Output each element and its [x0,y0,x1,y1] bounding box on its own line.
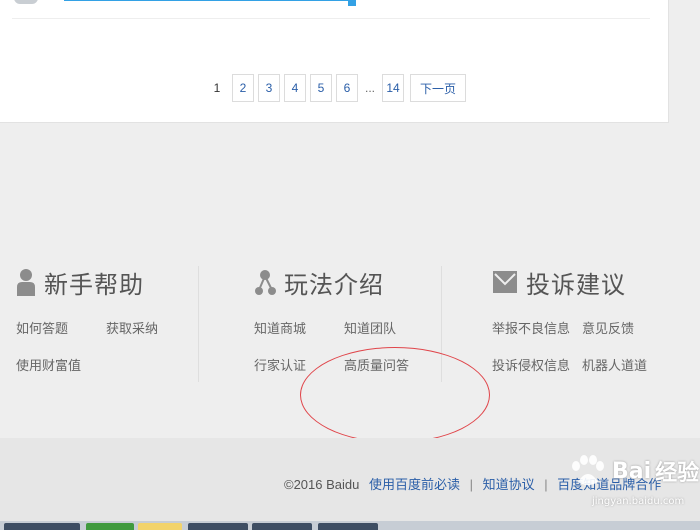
taskbar-button[interactable] [318,523,378,530]
red-annotation-circle [300,347,490,443]
watermark-url: jingyan.baidu.com [592,496,685,507]
watermark-text: 经验 [655,461,700,486]
page-link-4[interactable]: 4 [284,74,306,102]
taskbar-button[interactable] [4,523,80,530]
avatar [14,0,38,4]
page-link-3[interactable]: 3 [258,74,280,102]
separator: | [469,477,474,492]
footer-section-help: 新手帮助 如何答题 获取采纳 使用财富值 [16,262,196,374]
footer-link-team[interactable]: 知道团队 [344,318,434,337]
page-current: 1 [206,74,228,102]
taskbar-button[interactable] [86,523,134,530]
person-icon [17,269,35,296]
taskbar-button[interactable] [252,523,312,530]
footer-link-wealth[interactable]: 使用财富值 [16,355,106,374]
paw-icon [572,455,604,485]
divider [12,18,650,19]
watermark-brand: Bai [612,458,652,484]
section-title: 玩法介绍 [284,270,384,299]
taskbar-button[interactable] [188,523,248,530]
page-link-2[interactable]: 2 [232,74,254,102]
page-link-6[interactable]: 6 [336,74,358,102]
page-link-5[interactable]: 5 [310,74,332,102]
share-nodes-icon [255,270,276,295]
section-title: 投诉建议 [526,270,626,299]
page-link-last[interactable]: 14 [382,74,405,102]
footer-link-agreement[interactable]: 知道协议 [483,477,535,492]
section-title: 新手帮助 [44,270,144,299]
footer-link-report[interactable]: 举报不良信息 [492,318,582,337]
taskbar-button[interactable] [138,523,182,530]
footer-link-infringement[interactable]: 投诉侵权信息 [492,355,582,374]
footer-link-feedback[interactable]: 意见反馈 [582,318,672,337]
footer-link-robot[interactable]: 机器人道道 [582,355,672,374]
copyright-text: ©2016 Baidu [284,477,360,492]
separator: | [544,477,548,492]
footer-link-mall[interactable]: 知道商城 [254,318,344,337]
footer-link-terms[interactable]: 使用百度前必读 [369,477,460,492]
next-page-button[interactable]: 下一页 [410,74,467,102]
progress-bar [64,0,354,1]
pagination: 1 2 3 4 5 6 ... 14 下一页 [206,74,467,102]
envelope-icon [493,271,517,293]
footer-divider [198,266,199,382]
footer-link-get-accepted[interactable]: 获取采纳 [106,318,196,337]
page-ellipsis: ... [362,74,379,102]
footer-section-feedback: 投诉建议 举报不良信息 意见反馈 投诉侵权信息 机器人道道 [492,262,672,375]
footer-link-how-to-answer[interactable]: 如何答题 [16,318,106,337]
progress-bar-cap [348,0,356,6]
answers-card: 1 2 3 4 5 6 ... 14 下一页 [0,0,669,123]
watermark-logo: Bai 经验 [568,454,699,488]
